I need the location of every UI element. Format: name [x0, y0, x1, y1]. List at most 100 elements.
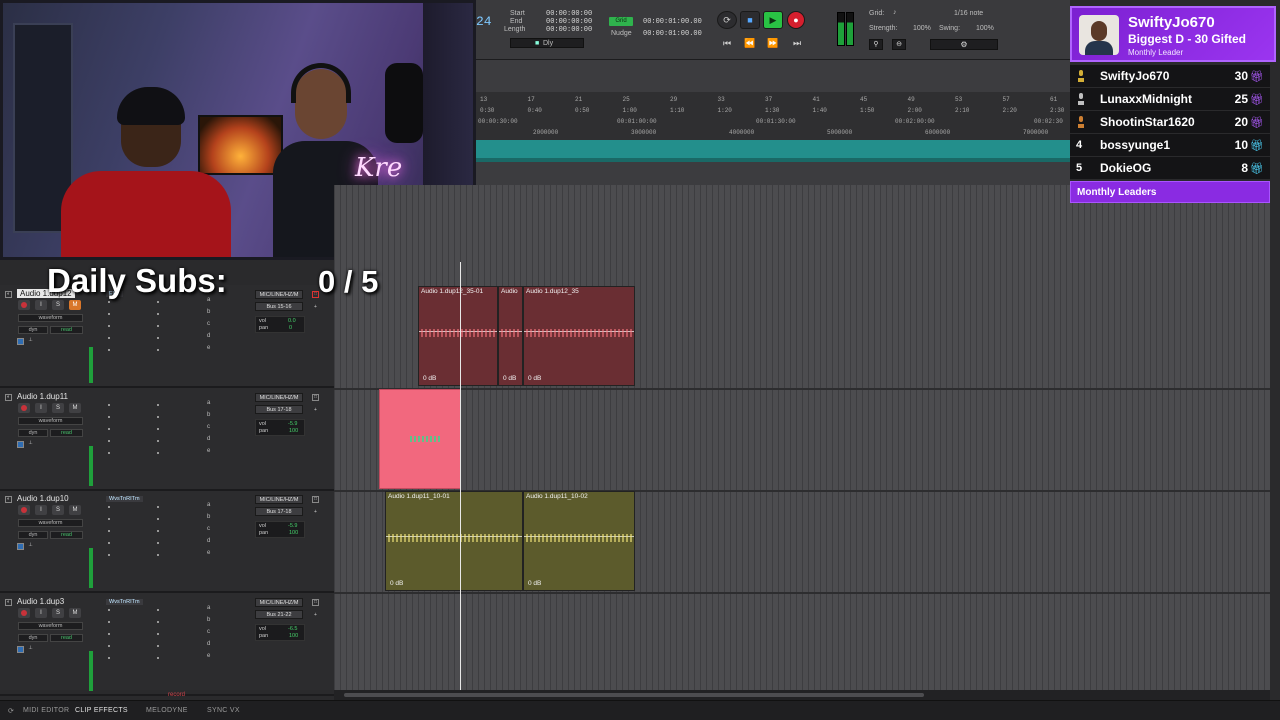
end-value[interactable]: 00:00:00:00 — [546, 18, 592, 26]
horizontal-scrollbar[interactable] — [334, 690, 1270, 700]
grid-note-value[interactable]: 1/16 note — [954, 10, 983, 17]
audio-clip[interactable]: Audio 0 dB — [498, 286, 523, 386]
input-monitor-button[interactable]: I — [35, 505, 47, 515]
send-slot[interactable]: c — [207, 526, 210, 532]
insert-slot[interactable] — [108, 530, 110, 532]
add-icon[interactable]: + — [312, 612, 319, 620]
insert-slot[interactable] — [108, 451, 110, 454]
insert-slot[interactable] — [157, 415, 159, 418]
output-bus-select[interactable]: Bus 17-18 — [255, 507, 303, 516]
rewind-icon[interactable]: ⏪ — [740, 35, 760, 53]
track-view-select[interactable]: waveform — [18, 314, 83, 322]
add-icon[interactable]: + — [312, 407, 319, 415]
input-monitor-button[interactable]: I — [35, 402, 47, 413]
automation-mode-select[interactable]: read — [50, 531, 83, 539]
insert-slot[interactable] — [108, 337, 110, 339]
insert-slot[interactable] — [157, 620, 159, 623]
insert-slot[interactable] — [157, 542, 159, 544]
track-header[interactable]: Audio 1.dup3 ◐ I S Mwaveform dyn read ⊥ a b c d e Wvs… — [0, 593, 334, 696]
dly-controls[interactable]: ■ Dly — [510, 38, 584, 48]
insert-slot[interactable] — [108, 632, 110, 635]
add-icon[interactable]: + — [312, 305, 319, 312]
track-view-select[interactable]: waveform — [18, 416, 83, 425]
insert-plugin[interactable]: WvsTnRITm — [106, 496, 143, 502]
send-slot[interactable]: c — [207, 424, 210, 430]
playlist-icon[interactable]: ⊥ — [27, 338, 34, 345]
send-slot[interactable]: a — [207, 502, 210, 508]
input-select[interactable]: MIC/LINE/HZ/M — [255, 392, 303, 402]
send-slot[interactable]: b — [207, 412, 210, 418]
send-slot[interactable]: e — [207, 550, 210, 556]
grid-mode-button[interactable]: Grid — [609, 17, 633, 26]
insert-slot[interactable] — [157, 301, 159, 303]
insert-slot[interactable] — [157, 632, 159, 635]
insert-slot[interactable] — [157, 337, 159, 339]
grid-value[interactable]: 00:00:01:00.00 — [643, 18, 702, 26]
insert-slot[interactable] — [157, 554, 159, 556]
send-slot[interactable]: d — [207, 538, 210, 544]
insert-slot[interactable] — [157, 506, 159, 508]
play-button[interactable]: ▶ — [763, 11, 783, 29]
send-slot[interactable]: c — [207, 321, 210, 327]
track-options-icon[interactable]: □ — [312, 598, 319, 606]
refresh-icon[interactable]: ⟳ — [8, 707, 14, 715]
output-bus-select[interactable]: Bus 15-16 — [255, 302, 303, 311]
insert-slot[interactable] — [108, 301, 110, 303]
go-to-end-icon[interactable]: ⏭ — [787, 35, 807, 53]
insert-slot[interactable] — [157, 518, 159, 520]
stop-button[interactable]: ■ — [740, 11, 760, 29]
automation-mode-select[interactable]: read — [50, 326, 83, 334]
send-slot[interactable]: e — [207, 345, 210, 351]
insert-slot[interactable] — [108, 506, 110, 508]
track-name[interactable]: Audio 1.dup3 — [17, 597, 64, 606]
send-slot[interactable]: b — [207, 514, 210, 520]
solo-button[interactable]: S — [52, 402, 64, 413]
insert-slot[interactable] — [157, 644, 159, 647]
mute-button[interactable]: M — [69, 402, 81, 413]
send-slot[interactable]: b — [207, 617, 210, 623]
input-monitor-button[interactable]: I — [35, 300, 47, 310]
loop-icon[interactable]: ⟳ — [717, 11, 737, 29]
insert-slot[interactable] — [157, 451, 159, 454]
insert-slot[interactable] — [157, 608, 159, 611]
send-slot[interactable]: e — [207, 653, 210, 659]
record-arm-button[interactable] — [18, 505, 30, 515]
send-slot[interactable]: c — [207, 629, 210, 635]
input-select[interactable]: MIC/LINE/HZ/M — [255, 495, 303, 504]
tab-clip-effects[interactable]: CLIP EFFECTS — [75, 707, 128, 714]
playlist-icon[interactable]: ⊥ — [27, 645, 34, 653]
track-options-icon[interactable]: □ — [312, 496, 319, 503]
add-icon[interactable]: + — [312, 510, 319, 517]
tab-melodyne[interactable]: MELODYNE — [146, 707, 188, 714]
voice-icon[interactable] — [17, 338, 24, 345]
tab-sync-vx[interactable]: SYNC VX — [207, 707, 240, 714]
track-dyn-select[interactable]: dyn — [18, 531, 48, 539]
insert-slot[interactable] — [157, 530, 159, 532]
track-dyn-select[interactable]: dyn — [18, 326, 48, 334]
track-header[interactable]: Audio 1.dup10 ◐ I S Mwaveform dyn read ⊥ a b c d e Wv… — [0, 490, 334, 593]
input-monitor-button[interactable]: I — [35, 607, 47, 618]
selected-audio-clip[interactable] — [379, 389, 461, 489]
track-view-select[interactable]: waveform — [18, 519, 83, 527]
mute-button[interactable]: M — [69, 505, 81, 515]
send-slot[interactable]: d — [207, 436, 210, 442]
tab-midi-editor[interactable]: MIDI EDITOR — [23, 707, 69, 714]
send-slot[interactable]: e — [207, 448, 210, 454]
marker-track[interactable] — [476, 140, 1070, 158]
insert-slot[interactable] — [108, 415, 110, 418]
send-slot[interactable]: b — [207, 309, 210, 315]
strength-value[interactable]: 100% — [913, 25, 931, 32]
vol-pan-display[interactable]: vol 0.0 pan 0 — [255, 316, 305, 333]
voice-icon[interactable] — [17, 440, 24, 448]
audio-clip[interactable]: Audio 1.dup12_35-01 0 dB — [418, 286, 498, 386]
track-header[interactable]: Audio 1.dup12 ◐ I S Mwaveform dyn read ⊥ a b c d e EF… — [0, 285, 334, 388]
edit-window[interactable]: Audio 1.dup12_35-01 0 dB Audio 0 dB Audi… — [334, 185, 1270, 690]
mute-button[interactable]: M — [69, 607, 81, 618]
length-value[interactable]: 00:00:00:00 — [546, 26, 592, 34]
insert-slot[interactable] — [157, 349, 159, 351]
insert-slot[interactable] — [157, 427, 159, 430]
track-dyn-select[interactable]: dyn — [18, 428, 48, 437]
fast-forward-icon[interactable]: ⏩ — [763, 35, 783, 53]
insert-slot[interactable] — [108, 554, 110, 556]
zoom-in-icon[interactable]: ⚲ — [869, 39, 883, 50]
